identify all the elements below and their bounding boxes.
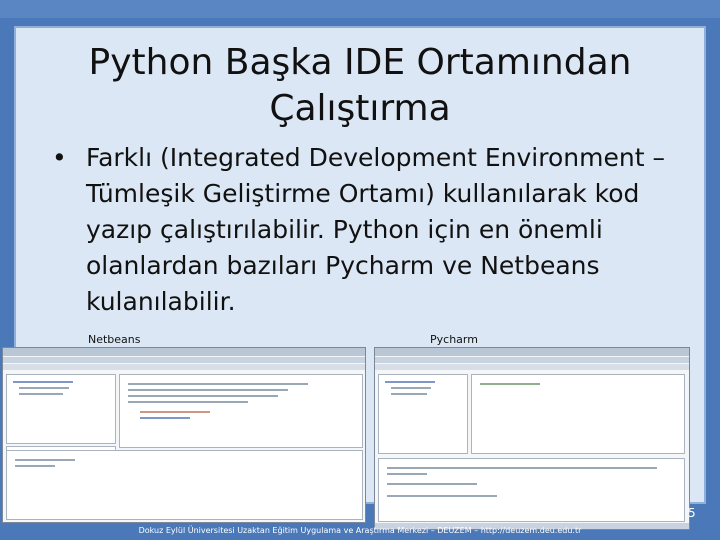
slide: Python Başka IDE Ortamından Çalıştırma •… bbox=[0, 0, 720, 540]
netbeans-menubar bbox=[3, 357, 365, 363]
bullet-dot-icon: • bbox=[52, 143, 67, 172]
pycharm-titlebar bbox=[375, 348, 689, 356]
pycharm-caption: Pycharm bbox=[430, 333, 478, 346]
netbeans-caption: Netbeans bbox=[88, 333, 141, 346]
title-line-1: Python Başka IDE Ortamından bbox=[88, 42, 632, 83]
netbeans-editor-pane bbox=[119, 374, 363, 448]
netbeans-screenshot bbox=[2, 347, 366, 523]
slide-title: Python Başka IDE Ortamından Çalıştırma bbox=[40, 40, 680, 132]
netbeans-titlebar bbox=[3, 348, 365, 356]
page-number: 5 bbox=[688, 506, 696, 520]
netbeans-toolbar bbox=[3, 364, 365, 370]
pycharm-menubar bbox=[375, 357, 689, 363]
pycharm-screenshot bbox=[374, 347, 690, 530]
title-line-2: Çalıştırma bbox=[269, 88, 451, 129]
pycharm-toolbar bbox=[375, 364, 689, 370]
bullet-text: Farklı (Integrated Development Environme… bbox=[86, 143, 665, 316]
top-band bbox=[0, 0, 720, 18]
pycharm-editor-pane bbox=[471, 374, 685, 454]
pycharm-project-pane bbox=[378, 374, 468, 454]
netbeans-output-pane bbox=[6, 450, 363, 520]
pycharm-run-pane bbox=[378, 458, 685, 522]
netbeans-projects-pane bbox=[6, 374, 116, 444]
footer-text: Dokuz Eylül Üniversitesi Uzaktan Eğitim … bbox=[138, 526, 582, 535]
